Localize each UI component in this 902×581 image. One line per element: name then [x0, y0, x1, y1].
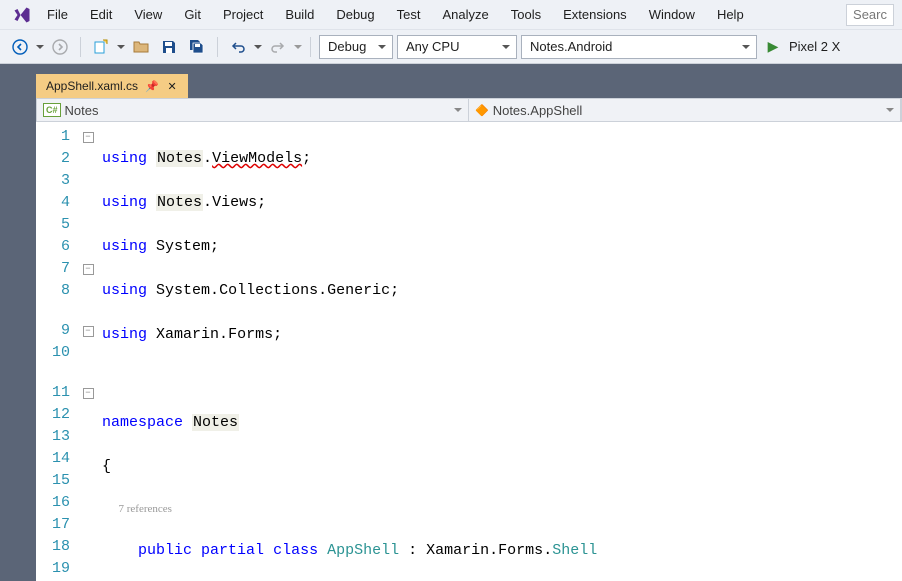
class-icon: 🔶 — [475, 104, 489, 117]
fold-toggle[interactable]: − — [83, 132, 94, 143]
nav-member-dropdown[interactable]: 🔶 Notes.AppShell — [469, 99, 901, 121]
toolbar: Debug Any CPU Notes.Android ▶ Pixel 2 X — [0, 30, 902, 64]
menu-analyze[interactable]: Analyze — [431, 3, 499, 26]
menu-build[interactable]: Build — [274, 3, 325, 26]
tab-strip: AppShell.xaml.cs 📌 ✕ — [36, 74, 902, 98]
vs-logo-icon — [8, 1, 36, 29]
menu-test[interactable]: Test — [386, 3, 432, 26]
undo-dropdown-icon[interactable] — [254, 45, 262, 49]
codelens-references[interactable]: 7 references — [119, 503, 172, 515]
pin-icon[interactable]: 📌 — [146, 80, 158, 92]
fold-toggle[interactable]: − — [83, 264, 94, 275]
nav-back-dropdown-icon[interactable] — [36, 45, 44, 49]
menu-project[interactable]: Project — [212, 3, 274, 26]
startup-project-dropdown[interactable]: Notes.Android — [521, 35, 757, 59]
config-dropdown[interactable]: Debug — [319, 35, 393, 59]
redo-dropdown-icon[interactable] — [294, 45, 302, 49]
undo-button[interactable] — [226, 35, 250, 59]
start-debugging-button[interactable]: ▶ — [761, 35, 785, 59]
menu-view[interactable]: View — [123, 3, 173, 26]
device-label[interactable]: Pixel 2 X — [789, 39, 840, 54]
fold-toggle[interactable]: − — [83, 326, 94, 337]
menu-edit[interactable]: Edit — [79, 3, 123, 26]
editor-region: AppShell.xaml.cs 📌 ✕ C# Notes 🔶 Notes.Ap… — [22, 64, 902, 581]
file-tab-appshell[interactable]: AppShell.xaml.cs 📌 ✕ — [36, 74, 188, 98]
main-area: AppShell.xaml.cs 📌 ✕ C# Notes 🔶 Notes.Ap… — [0, 64, 902, 581]
code-editor[interactable]: 12345678 910 111213141516171819 − − − − … — [36, 122, 902, 581]
save-all-button[interactable] — [185, 35, 209, 59]
nav-bar: C# Notes 🔶 Notes.AppShell — [36, 98, 902, 122]
open-file-button[interactable] — [129, 35, 153, 59]
save-button[interactable] — [157, 35, 181, 59]
nav-left-label: Notes — [65, 103, 99, 118]
platform-dropdown[interactable]: Any CPU — [397, 35, 517, 59]
fold-toggle[interactable]: − — [83, 388, 94, 399]
new-item-dropdown-icon[interactable] — [117, 45, 125, 49]
nav-right-label: Notes.AppShell — [493, 103, 583, 118]
menu-git[interactable]: Git — [173, 3, 212, 26]
menu-tools[interactable]: Tools — [500, 3, 552, 26]
nav-back-button[interactable] — [8, 35, 32, 59]
toolbar-separator — [80, 37, 81, 57]
menu-help[interactable]: Help — [706, 3, 755, 26]
redo-button[interactable] — [266, 35, 290, 59]
menu-debug[interactable]: Debug — [325, 3, 385, 26]
csharp-badge-icon: C# — [43, 103, 61, 117]
menu-window[interactable]: Window — [638, 3, 706, 26]
fold-gutter: − − − − — [80, 122, 96, 581]
code-content[interactable]: using Notes.ViewModels; using Notes.View… — [96, 122, 902, 581]
toolbar-separator — [217, 37, 218, 57]
toolbar-separator — [310, 37, 311, 57]
search-input[interactable]: Searc — [846, 4, 894, 26]
menubar: File Edit View Git Project Build Debug T… — [0, 0, 902, 30]
file-tab-label: AppShell.xaml.cs — [46, 79, 138, 93]
new-item-button[interactable] — [89, 35, 113, 59]
close-icon[interactable]: ✕ — [166, 80, 178, 92]
menu-file[interactable]: File — [36, 3, 79, 26]
menu-extensions[interactable]: Extensions — [552, 3, 638, 26]
nav-forward-button[interactable] — [48, 35, 72, 59]
nav-type-dropdown[interactable]: C# Notes — [37, 99, 469, 121]
line-number-gutter: 12345678 910 111213141516171819 — [36, 122, 80, 581]
